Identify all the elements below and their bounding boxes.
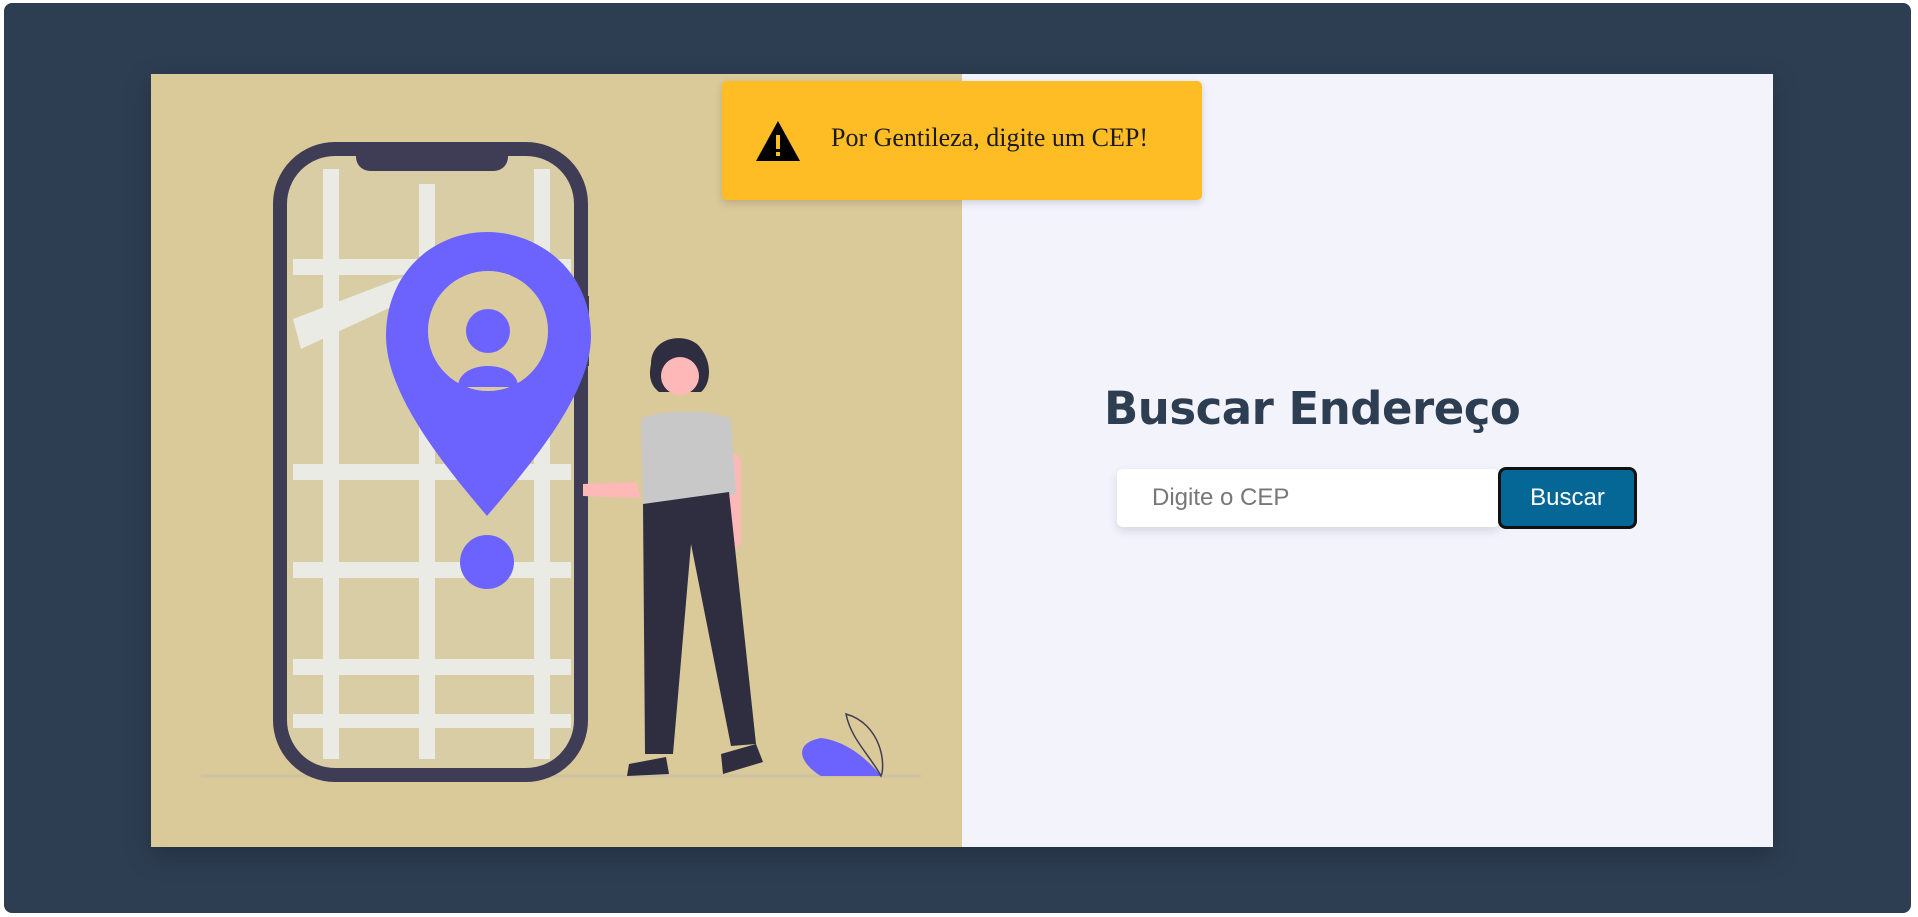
app-frame: Buscar Endereço Buscar Por Gentileza, di… (4, 3, 1911, 913)
page-title: Buscar Endereço (1104, 382, 1521, 435)
woman-figure (583, 338, 763, 776)
warning-toast: Por Gentileza, digite um CEP! (722, 81, 1202, 200)
toast-message: Por Gentileza, digite um CEP! (831, 123, 1149, 152)
search-row: Buscar (1117, 467, 1637, 529)
cep-input[interactable] (1117, 469, 1500, 527)
leaf-icon (802, 712, 884, 778)
user-head-icon (466, 309, 510, 353)
warning-icon (756, 121, 800, 161)
search-button[interactable]: Buscar (1498, 467, 1637, 529)
pin-dot (460, 535, 514, 589)
phone-notch (356, 142, 508, 171)
